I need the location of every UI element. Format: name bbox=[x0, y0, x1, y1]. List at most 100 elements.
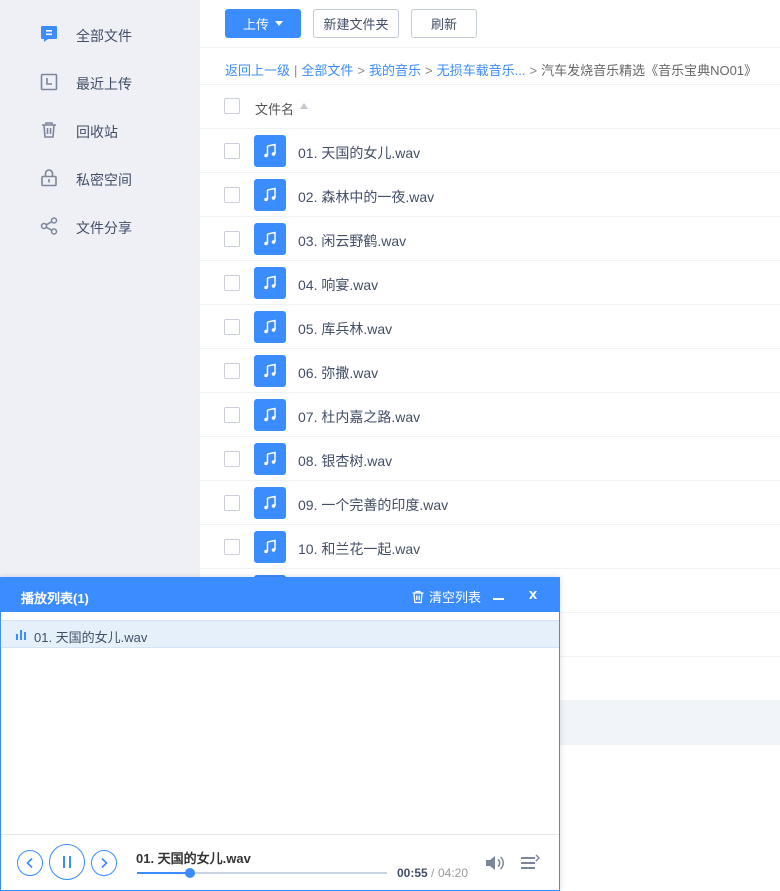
volume-icon[interactable] bbox=[485, 855, 505, 871]
column-header-name[interactable]: 文件名 bbox=[255, 99, 294, 118]
breadcrumb-link-all-files[interactable]: 全部文件 bbox=[301, 63, 353, 78]
file-name[interactable]: 03. 闲云野鹤.wav bbox=[298, 231, 406, 251]
file-row[interactable]: 06. 弥撒.wav bbox=[200, 349, 780, 393]
sidebar-item-label: 文件分享 bbox=[76, 220, 132, 236]
file-row[interactable]: 03. 闲云野鹤.wav bbox=[200, 217, 780, 261]
sidebar-item-file-share[interactable]: 文件分享 bbox=[0, 202, 200, 250]
file-name[interactable]: 05. 库兵林.wav bbox=[298, 319, 392, 339]
playlist-toggle-icon[interactable] bbox=[520, 854, 540, 872]
sidebar-item-private-space[interactable]: 私密空间 bbox=[0, 154, 200, 202]
file-row-checkbox[interactable] bbox=[224, 143, 240, 159]
breadcrumb: 返回上一级 | 全部文件 > 我的音乐 > 无损车载音乐... > 汽车发烧音乐精选《音乐宝典N… bbox=[225, 60, 757, 79]
music-file-icon bbox=[254, 355, 286, 387]
progress-fill bbox=[137, 872, 190, 874]
file-row[interactable]: 09. 一个完善的印度.wav bbox=[200, 481, 780, 525]
music-file-icon bbox=[254, 487, 286, 519]
breadcrumb-back-link[interactable]: 返回上一级 bbox=[225, 63, 290, 78]
sidebar-item-recent-uploads[interactable]: 最近上传 bbox=[0, 58, 200, 106]
close-button[interactable]: x bbox=[526, 586, 540, 604]
toolbar: 上传 新建文件夹 刷新 bbox=[200, 0, 780, 48]
select-all-checkbox[interactable] bbox=[224, 98, 240, 114]
file-row-checkbox[interactable] bbox=[224, 451, 240, 467]
next-track-button[interactable] bbox=[91, 850, 117, 876]
breadcrumb-pipe: | bbox=[294, 63, 298, 78]
playlist-item[interactable]: 01. 天国的女儿.wav bbox=[2, 620, 559, 648]
file-row[interactable]: 10. 和兰花一起.wav bbox=[200, 525, 780, 569]
music-player-panel: 播放列表(1) 清空列表 x 01. 天国的女儿.wav 01. 天国的女儿.w… bbox=[0, 577, 560, 891]
clock-icon bbox=[39, 72, 59, 92]
time-total: 04:20 bbox=[438, 866, 469, 880]
breadcrumb-link-my-music[interactable]: 我的音乐 bbox=[369, 63, 421, 78]
file-name[interactable]: 07. 杜内嘉之路.wav bbox=[298, 407, 420, 427]
file-row-checkbox[interactable] bbox=[224, 495, 240, 511]
now-playing-title: 01. 天国的女儿.wav bbox=[136, 851, 251, 866]
upload-button[interactable]: 上传 bbox=[225, 9, 301, 38]
breadcrumb-separator: > bbox=[425, 63, 433, 78]
progress-handle[interactable] bbox=[184, 868, 195, 878]
file-row-checkbox[interactable] bbox=[224, 275, 240, 291]
equalizer-icon bbox=[16, 629, 28, 640]
sidebar-item-all-files[interactable]: 全部文件 bbox=[0, 10, 200, 58]
caret-down-icon bbox=[275, 21, 283, 26]
file-row[interactable]: 02. 森林中的一夜.wav bbox=[200, 173, 780, 217]
file-row-checkbox[interactable] bbox=[224, 319, 240, 335]
time-current: 00:55 bbox=[397, 866, 428, 880]
sort-ascending-icon[interactable] bbox=[300, 103, 308, 109]
new-folder-button[interactable]: 新建文件夹 bbox=[313, 9, 399, 38]
player-controls: 01. 天国的女儿.wav 00:55 / 04:20 bbox=[1, 834, 559, 890]
trash-icon bbox=[411, 590, 425, 604]
breadcrumb-separator: > bbox=[357, 63, 366, 78]
pause-icon bbox=[63, 856, 71, 868]
file-row-checkbox[interactable] bbox=[224, 407, 240, 423]
previous-track-button[interactable] bbox=[17, 850, 43, 876]
sidebar-item-label: 最近上传 bbox=[76, 76, 132, 92]
file-name[interactable]: 02. 森林中的一夜.wav bbox=[298, 187, 434, 207]
minimize-button[interactable] bbox=[492, 586, 506, 604]
playlist-item-name: 01. 天国的女儿.wav bbox=[34, 630, 148, 645]
music-file-icon bbox=[254, 443, 286, 475]
clear-playlist-label: 清空列表 bbox=[429, 590, 482, 605]
music-file-icon bbox=[254, 311, 286, 343]
file-list-icon bbox=[39, 24, 59, 44]
file-list-header: 文件名 bbox=[200, 84, 780, 129]
music-file-icon bbox=[254, 531, 286, 563]
breadcrumb-link-lossless[interactable]: 无损车载音乐... bbox=[437, 63, 526, 78]
clear-playlist-button[interactable]: 清空列表 bbox=[411, 587, 481, 606]
file-name[interactable]: 06. 弥撒.wav bbox=[298, 363, 378, 383]
file-row[interactable]: 01. 天国的女儿.wav bbox=[200, 129, 780, 173]
music-file-icon bbox=[254, 267, 286, 299]
music-file-icon bbox=[254, 223, 286, 255]
sidebar-item-label: 回收站 bbox=[76, 124, 118, 140]
file-row-checkbox[interactable] bbox=[224, 231, 240, 247]
file-row-checkbox[interactable] bbox=[224, 187, 240, 203]
playlist-title: 播放列表(1) bbox=[21, 591, 89, 606]
sidebar-item-label: 私密空间 bbox=[76, 172, 132, 188]
file-name[interactable]: 01. 天国的女儿.wav bbox=[298, 143, 420, 163]
breadcrumb-separator: > bbox=[529, 63, 538, 78]
player-header: 播放列表(1) 清空列表 x bbox=[1, 578, 559, 612]
file-row-checkbox[interactable] bbox=[224, 539, 240, 555]
lock-icon bbox=[39, 168, 59, 188]
file-name[interactable]: 04. 响宴.wav bbox=[298, 275, 378, 295]
file-row[interactable]: 08. 银杏树.wav bbox=[200, 437, 780, 481]
chevron-left-icon bbox=[26, 857, 33, 869]
refresh-button[interactable]: 刷新 bbox=[411, 9, 477, 38]
file-name[interactable]: 08. 银杏树.wav bbox=[298, 451, 392, 471]
sidebar-item-recycle-bin[interactable]: 回收站 bbox=[0, 106, 200, 154]
upload-button-label: 上传 bbox=[242, 17, 269, 32]
chevron-right-icon bbox=[101, 857, 108, 869]
file-row[interactable]: 05. 库兵林.wav bbox=[200, 305, 780, 349]
music-file-icon bbox=[254, 135, 286, 167]
file-row[interactable]: 07. 杜内嘉之路.wav bbox=[200, 393, 780, 437]
share-icon bbox=[39, 216, 59, 236]
time-separator: / bbox=[431, 866, 435, 880]
sidebar-item-label: 全部文件 bbox=[76, 28, 132, 44]
file-row-checkbox[interactable] bbox=[224, 363, 240, 379]
file-name[interactable]: 09. 一个完善的印度.wav bbox=[298, 495, 448, 515]
file-name[interactable]: 10. 和兰花一起.wav bbox=[298, 539, 420, 559]
pause-button[interactable] bbox=[49, 844, 85, 880]
trash-icon bbox=[39, 120, 59, 140]
breadcrumb-current: 汽车发烧音乐精选《音乐宝典NO01》 bbox=[541, 63, 758, 78]
progress-bar[interactable] bbox=[137, 868, 387, 878]
file-row[interactable]: 04. 响宴.wav bbox=[200, 261, 780, 305]
